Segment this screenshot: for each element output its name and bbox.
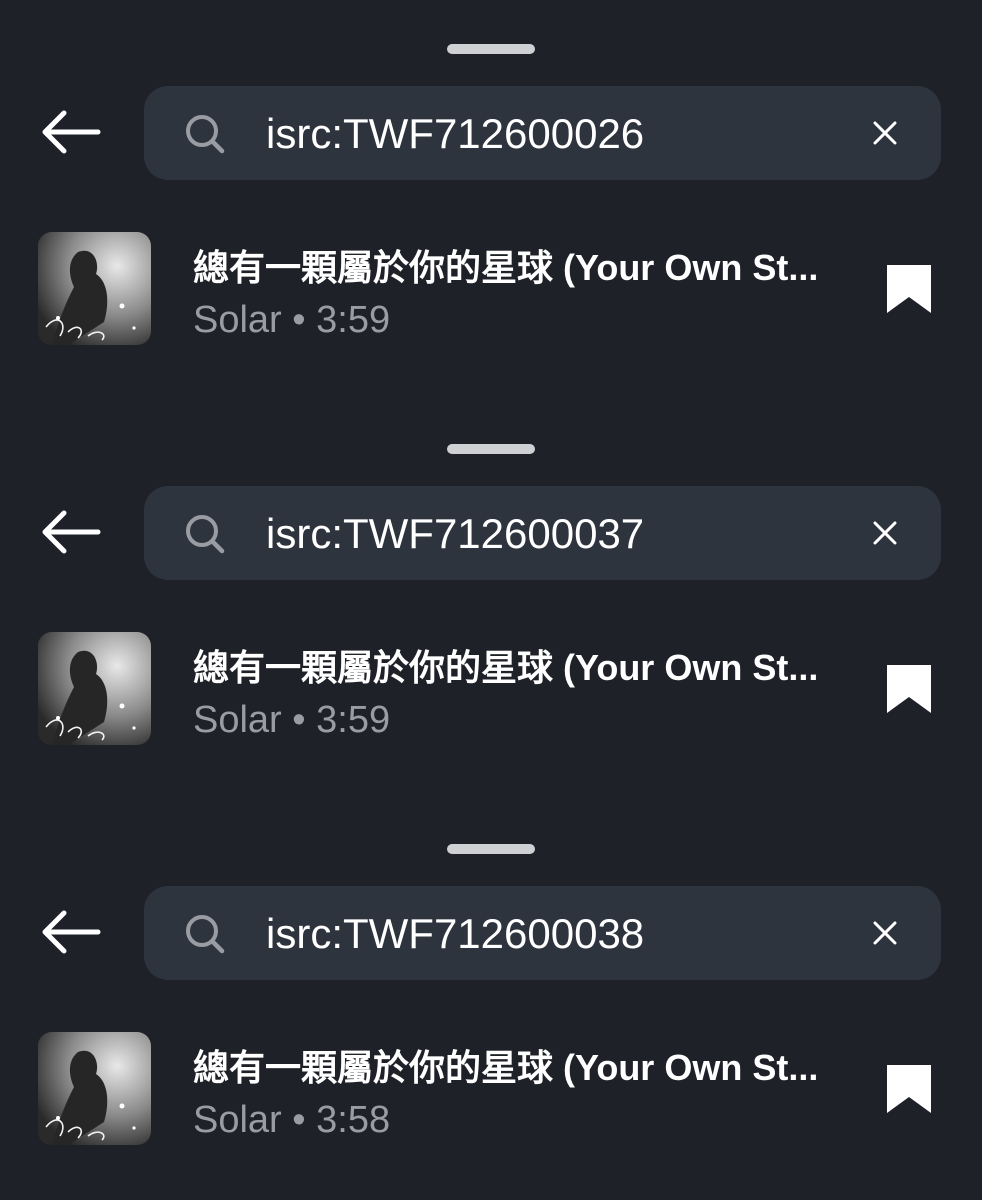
search-panel-3: 總有一顆屬於你的星球 (Your Own St... Solar • 3:58 [0, 800, 982, 1200]
track-subtitle: Solar • 3:59 [193, 696, 390, 744]
search-input[interactable] [266, 105, 826, 163]
close-icon [873, 921, 897, 945]
track-result-row[interactable]: 總有一顆屬於你的星球 (Your Own St... Solar • 3:59 [0, 222, 982, 358]
back-arrow-icon [42, 910, 101, 954]
track-duration: 3:59 [316, 699, 391, 741]
back-button[interactable] [38, 104, 104, 160]
search-icon [186, 115, 225, 154]
search-input[interactable] [266, 505, 826, 563]
track-subtitle: Solar • 3:59 [193, 296, 390, 344]
clear-search-button[interactable] [866, 114, 904, 152]
back-button[interactable] [38, 904, 104, 960]
artist-name: Solar [193, 1099, 282, 1141]
track-subtitle: Solar • 3:58 [193, 1096, 390, 1144]
search-panel-1: 總有一顆屬於你的星球 (Your Own St... Solar • 3:59 [0, 0, 982, 400]
bookmark-icon [887, 1065, 931, 1113]
search-icon [186, 515, 225, 554]
track-result-row[interactable]: 總有一顆屬於你的星球 (Your Own St... Solar • 3:59 [0, 622, 982, 758]
bookmark-button[interactable] [880, 260, 938, 318]
track-title: 總有一顆屬於你的星球 (Your Own St... [193, 647, 819, 688]
close-icon [873, 121, 897, 145]
separator-dot: • [292, 299, 306, 341]
track-title: 總有一顆屬於你的星球 (Your Own St... [193, 1047, 819, 1088]
clear-search-button[interactable] [866, 914, 904, 952]
artist-name: Solar [193, 299, 282, 341]
track-duration: 3:59 [316, 299, 391, 341]
separator-dot: • [292, 1099, 306, 1141]
track-title: 總有一顆屬於你的星球 (Your Own St... [193, 247, 819, 288]
album-artwork [38, 632, 151, 745]
close-icon [873, 521, 897, 545]
back-arrow-icon [42, 510, 101, 554]
back-button[interactable] [38, 504, 104, 560]
bookmark-button[interactable] [880, 660, 938, 718]
album-artwork [38, 232, 151, 345]
search-input[interactable] [266, 905, 826, 963]
track-result-row[interactable]: 總有一顆屬於你的星球 (Your Own St... Solar • 3:58 [0, 1022, 982, 1158]
album-artwork [38, 1032, 151, 1145]
search-icon [186, 915, 225, 954]
bookmark-button[interactable] [880, 1060, 938, 1118]
search-panel-2: 總有一顆屬於你的星球 (Your Own St... Solar • 3:59 [0, 400, 982, 800]
bookmark-icon [887, 265, 931, 313]
drag-handle[interactable] [447, 44, 535, 54]
bookmark-icon [887, 665, 931, 713]
drag-handle[interactable] [447, 444, 535, 454]
back-arrow-icon [42, 110, 101, 154]
drag-handle[interactable] [447, 844, 535, 854]
clear-search-button[interactable] [866, 514, 904, 552]
artist-name: Solar [193, 699, 282, 741]
track-duration: 3:58 [316, 1099, 391, 1141]
separator-dot: • [292, 699, 306, 741]
